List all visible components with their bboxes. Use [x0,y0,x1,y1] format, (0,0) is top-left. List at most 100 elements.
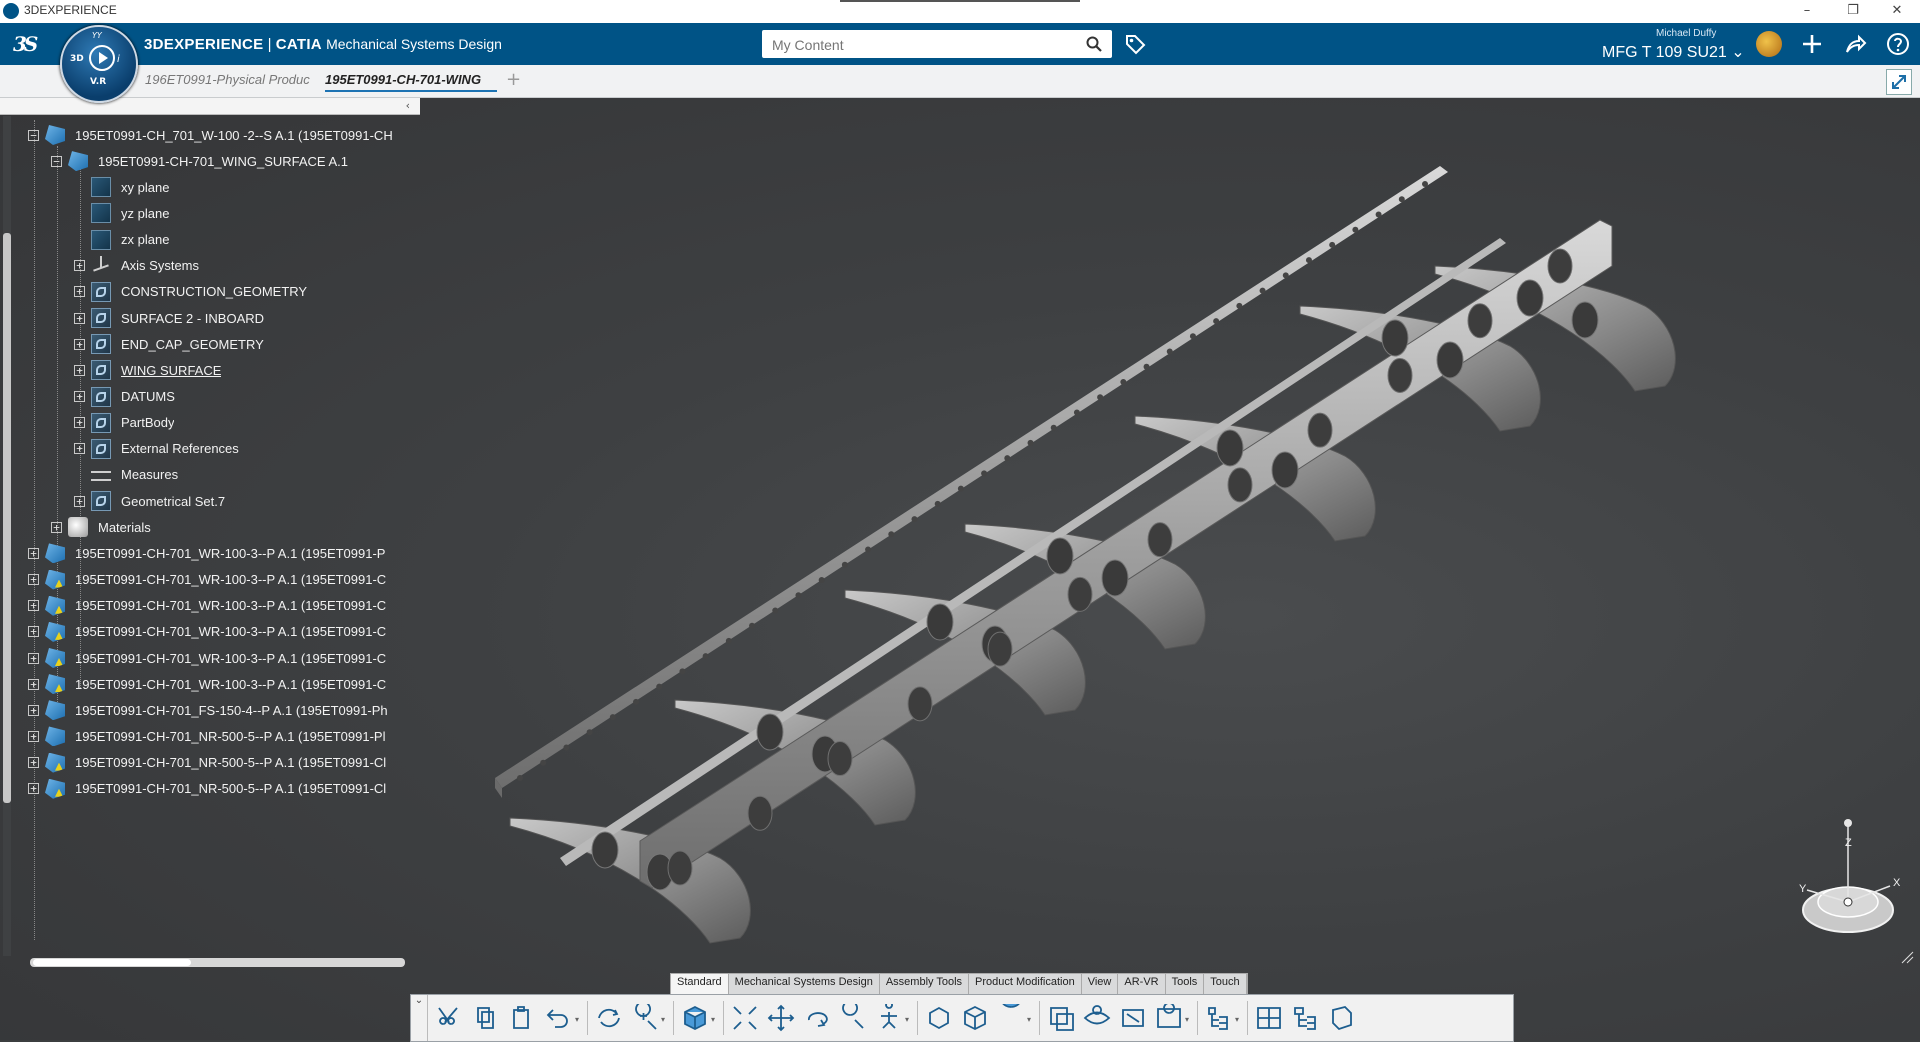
avatar[interactable] [1756,31,1782,57]
tree-horizontal-scrollbar[interactable] [33,959,191,966]
zoom-area-icon[interactable] [631,1004,659,1032]
action-tab[interactable]: Touch [1204,974,1247,994]
action-tab[interactable]: AR-VR [1118,974,1166,994]
tab-wing[interactable]: 195ET0991-CH-701-WING [325,72,497,92]
expand-node-icon[interactable]: + [74,312,85,324]
dropdown-arrow-icon[interactable]: ▾ [1235,1015,1239,1024]
tree-node[interactable]: + Axis Systems [74,253,199,279]
restore-button[interactable]: ❐ [1830,0,1876,22]
expand-node-icon[interactable]: + [28,547,39,559]
rotate-icon[interactable] [803,1004,831,1032]
fit-all-icon[interactable] [731,1004,759,1032]
tree-node[interactable]: + External References [74,436,239,462]
expand-node-icon[interactable]: + [74,391,85,402]
search-icon[interactable] [1086,36,1102,52]
resize-grip-icon[interactable] [1900,950,1914,964]
tag-icon[interactable] [1124,33,1146,55]
capture-icon[interactable] [1155,1004,1183,1032]
share-icon[interactable] [1843,32,1867,56]
expand-node-icon[interactable]: + [28,626,39,638]
tree-node[interactable]: + CONSTRUCTION_GEOMETRY [74,279,307,305]
expand-node-icon[interactable]: + [28,600,39,612]
normal-view-icon[interactable] [925,1004,953,1032]
expand-node-icon[interactable]: + [74,286,85,298]
tree-node[interactable]: + Materials [51,514,151,540]
search-input[interactable] [770,34,1074,56]
pan-icon[interactable] [767,1004,795,1032]
tree-node[interactable]: +195ET0991-CH-701_WR-100-3--P A.1 (195ET… [28,540,385,566]
tree-node[interactable]: +195ET0991-CH-701_WR-100-3--P A.1 (195ET… [28,671,386,697]
product-icon[interactable] [1327,1004,1355,1032]
layout-icon[interactable] [1255,1004,1283,1032]
cut-icon[interactable] [437,1004,465,1032]
add-icon[interactable] [1800,32,1824,56]
expand-node-icon[interactable]: + [74,443,85,455]
collapse-tree-button[interactable]: ‹ [406,99,410,112]
action-tab[interactable]: View [1082,974,1119,994]
tree-node[interactable]: + END_CAP_GEOMETRY [74,331,264,357]
expand-node-icon[interactable]: + [51,521,62,533]
tree-node[interactable]: +195ET0991-CH-701_NR-500-5--P A.1 (195ET… [28,750,386,776]
tab-physical-product[interactable]: 196ET0991-Physical Produc [145,72,317,87]
close-button[interactable]: ✕ [1874,0,1920,22]
orientation-robot[interactable]: Z X Y [1795,810,1905,935]
tree-node[interactable]: +195ET0991-CH-701_WR-100-3--P A.1 (195ET… [28,567,386,593]
user-name[interactable]: Michael Duffy [1656,28,1716,39]
collab-space-selector[interactable]: MFG T 109 SU21 ⌄ [1602,42,1745,62]
tree-node[interactable]: +195ET0991-CH-701_WR-100-3--P A.1 (195ET… [28,619,386,645]
help-icon[interactable] [1886,32,1910,56]
search-box[interactable] [762,30,1112,58]
collapse-node-icon[interactable]: − [28,129,39,141]
dropdown-arrow-icon[interactable]: ▾ [1185,1015,1189,1024]
dropdown-arrow-icon[interactable]: ▾ [905,1015,909,1024]
tree-node[interactable]: − 195ET0991-CH_701_W-100 -2--S A.1 (195ET… [28,122,393,148]
expand-node-icon[interactable]: + [74,417,85,429]
collapse-node-icon[interactable]: − [51,155,62,167]
dropdown-arrow-icon[interactable]: ▾ [575,1015,579,1024]
tree-node[interactable]: + PartBody [74,410,174,436]
expand-node-icon[interactable]: + [74,495,85,507]
expand-node-icon[interactable]: + [28,704,39,716]
expand-node-icon[interactable]: + [28,574,39,586]
expand-tree-icon[interactable] [1291,1004,1319,1032]
paste-icon[interactable] [509,1004,537,1032]
compass-widget[interactable]: YY 3D i V.R [60,25,138,103]
tree-node[interactable]: +195ET0991-CH-701_NR-500-5--P A.1 (195ET… [28,723,385,749]
expand-node-icon[interactable]: + [28,678,39,690]
tree-node[interactable]: +195ET0991-CH-701_WR-100-3--P A.1 (195ET… [28,645,386,671]
shading-icon[interactable] [1047,1004,1075,1032]
dropdown-arrow-icon[interactable]: ▾ [711,1015,715,1024]
look-at-icon[interactable] [875,1004,903,1032]
fullscreen-button[interactable] [1886,69,1912,95]
zoom-icon[interactable] [839,1004,867,1032]
tree-icon[interactable] [1205,1004,1233,1032]
expand-node-icon[interactable]: + [28,652,39,664]
dropdown-arrow-icon[interactable]: ▾ [1027,1015,1031,1024]
tree-node[interactable]: +195ET0991-CH-701_NR-500-5--P A.1 (195ET… [28,776,386,802]
action-bar-collapse-button[interactable]: ⌄ [411,995,428,1041]
expand-node-icon[interactable]: + [74,364,85,376]
render-style-icon[interactable] [997,1004,1025,1032]
specification-tree[interactable]: ‹ − 195ET0991-CH_701_W-100 -2--S A.1 (195… [0,98,425,968]
3ds-logo-icon[interactable]: 3S [12,31,42,57]
expand-node-icon[interactable]: + [28,730,39,742]
dropdown-arrow-icon[interactable]: ▾ [661,1015,665,1024]
expand-node-icon[interactable]: + [28,783,39,795]
tree-node[interactable]: xy plane [74,174,169,200]
play-icon[interactable] [89,45,115,71]
copy-icon[interactable] [473,1004,501,1032]
tree-node[interactable]: + SURFACE 2 - INBOARD [74,305,264,331]
minimize-button[interactable]: – [1784,0,1830,22]
action-tab[interactable]: Mechanical Systems Design [729,974,880,994]
3d-view-icon[interactable] [681,1004,709,1032]
iso-view-icon[interactable] [961,1004,989,1032]
add-tab-button[interactable]: + [506,69,521,90]
tree-vertical-scrollbar[interactable] [3,233,11,803]
expand-node-icon[interactable]: + [74,338,85,350]
action-tab[interactable]: Product Modification [969,974,1082,994]
hide-show-icon[interactable] [1083,1004,1111,1032]
update-icon[interactable] [595,1004,623,1032]
tree-node[interactable]: +195ET0991-CH-701_WR-100-3--P A.1 (195ET… [28,593,386,619]
tree-node[interactable]: +195ET0991-CH-701_FS-150-4--P A.1 (195ET… [28,697,388,723]
action-tab[interactable]: Standard [671,974,729,994]
